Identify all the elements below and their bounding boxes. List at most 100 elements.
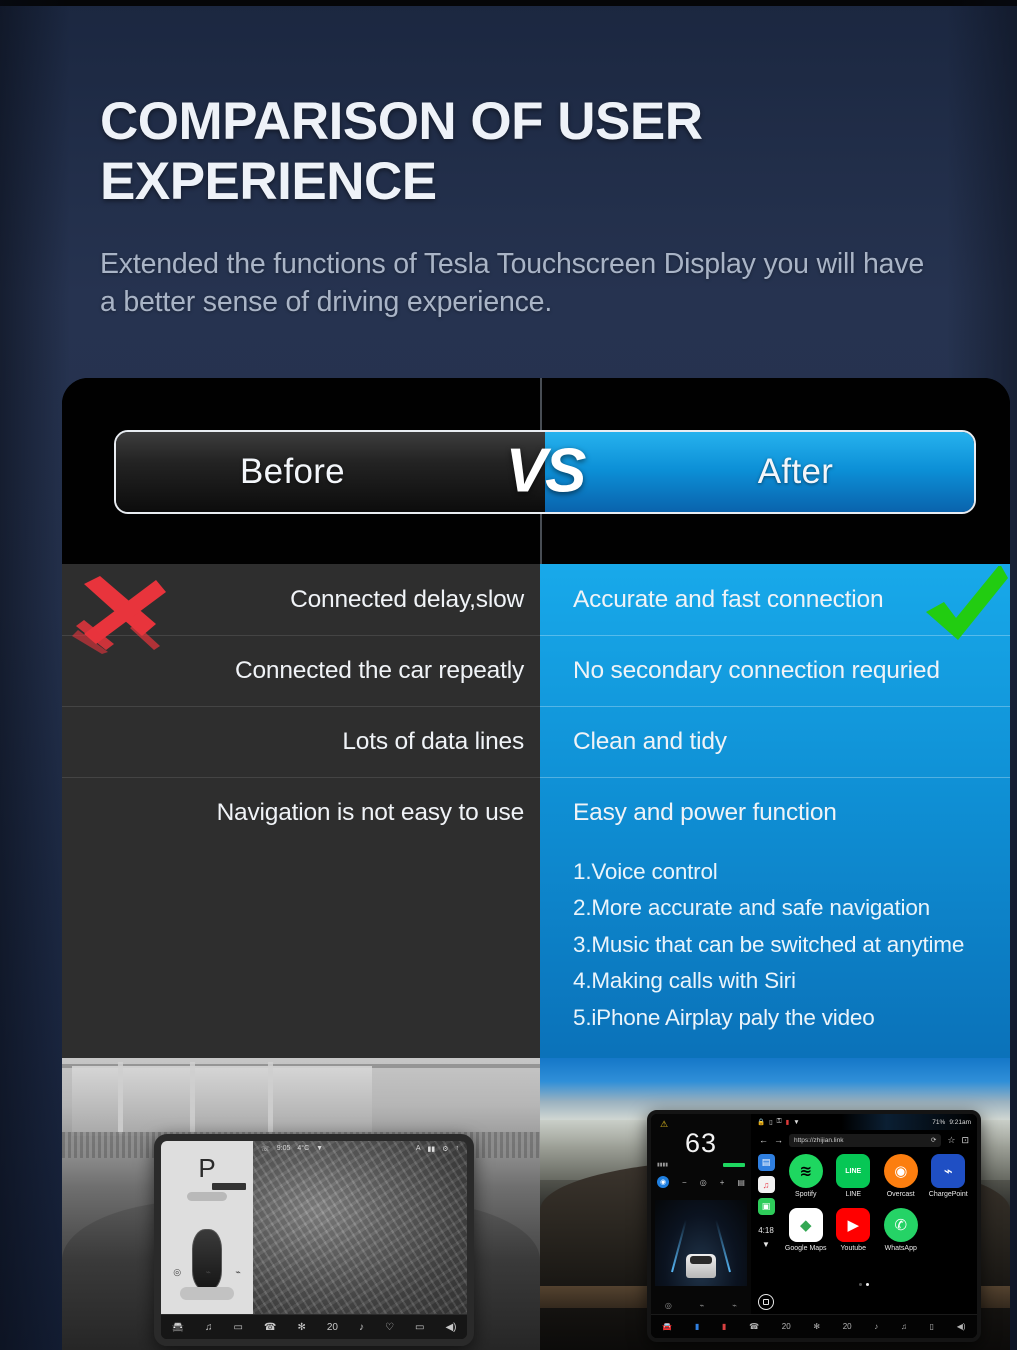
before-item-1: Connected delay,slow: [290, 585, 524, 613]
chargepoint-icon: ⌁: [931, 1154, 966, 1188]
after-speed-minus[interactable]: −: [682, 1178, 687, 1187]
after-dock-music-icon[interactable]: ♫: [901, 1322, 907, 1331]
after-sb-wifi-icon: ▼: [793, 1118, 800, 1126]
after-dock-car-icon[interactable]: 🚘: [662, 1322, 672, 1331]
after-item-3: Clean and tidy: [540, 706, 1010, 777]
after-dock-media-icon[interactable]: ♪: [874, 1322, 878, 1331]
before-dock-defrost-icon[interactable]: ♡: [385, 1322, 394, 1333]
after-autopilot-icon[interactable]: ◉: [657, 1176, 669, 1188]
after-battery-fill: [723, 1162, 745, 1167]
before-tesla-screen: P ◎ ⌁ ⌁ ☏ 9:05 4°C ▼ A ▮▮ ⚙ ↑ 🚘 ♫ ▭ ☎ ✻ …: [154, 1134, 474, 1346]
benefits-list: 1.Voice control 2.More accurate and safe…: [540, 848, 1010, 1036]
after-autopilot-controls[interactable]: ◉ − ◎ + ▤: [657, 1174, 745, 1190]
before-dock-music-icon[interactable]: ♫: [205, 1322, 213, 1333]
before-dock-seat-icon[interactable]: ▭: [415, 1322, 424, 1333]
app-google-maps-label: Google Maps: [784, 1245, 827, 1252]
before-dock-fan-icon[interactable]: ✻: [297, 1322, 305, 1333]
after-item-2: No secondary connection requried: [540, 635, 1010, 706]
reload-icon[interactable]: ⟳: [931, 1136, 936, 1144]
before-dock-temp[interactable]: 20: [327, 1322, 338, 1333]
after-icon-target[interactable]: ◎: [665, 1301, 672, 1310]
before-icon-charge: ⌁: [235, 1267, 241, 1277]
before-sb-temp: 4°C: [297, 1145, 310, 1152]
app-youtube[interactable]: ▶ Youtube: [831, 1208, 877, 1262]
after-list: Accurate and fast connection No secondar…: [540, 564, 1010, 848]
after-dock-seat-heat-red-icon[interactable]: ▮: [722, 1322, 726, 1331]
before-gear-indicator: P: [198, 1153, 216, 1183]
after-dock-temp-left[interactable]: 20: [782, 1322, 791, 1331]
after-carplay-sidebar[interactable]: ▤ ♫ ▣ 4:18 ▼: [751, 1150, 781, 1314]
after-browser-urlbar[interactable]: ← → https://zhijian.link ⟳ ☆ ⊡: [751, 1130, 977, 1150]
after-carplay-panel: 🔒 ▯ ⚿ ▮ ▼ 71% 9:21am ← → https://zhijian…: [751, 1114, 977, 1314]
before-item-2: Connected the car repeatly: [62, 635, 540, 706]
app-overcast[interactable]: ◉ Overcast: [878, 1154, 924, 1208]
after-dock-temp-right[interactable]: 20: [843, 1322, 852, 1331]
app-whatsapp[interactable]: ✆ WhatsApp: [878, 1208, 924, 1262]
before-quick-icons: ◎ ⌁ ⌁: [161, 1267, 253, 1278]
url-input[interactable]: https://zhijian.link ⟳: [789, 1133, 942, 1147]
after-phone-card-icon[interactable]: ▤: [737, 1178, 745, 1187]
before-sb-signal-icon: ▮▮: [427, 1145, 436, 1153]
after-dock-phone-icon[interactable]: ☎: [749, 1322, 759, 1331]
page-dot-2[interactable]: [866, 1283, 869, 1286]
before-after-toggle[interactable]: Before After VS: [114, 430, 976, 514]
after-dock-phone2-icon[interactable]: ▯: [930, 1322, 934, 1331]
bookmark-star-icon[interactable]: ☆: [947, 1135, 955, 1146]
app-chargepoint-label: ChargePoint: [928, 1191, 968, 1198]
music-icon[interactable]: ♫: [757, 1176, 775, 1193]
spotify-icon: ≋: [788, 1154, 823, 1188]
after-photo: ⚠ 63 ▮▮▮▮ ◉ − ◎ + ▤ ◎ ⌁ ⌁ 🔒 ▯ ⚿ ▮ ▼ 71% …: [540, 1058, 1010, 1350]
after-battery-label: ▮▮▮▮: [657, 1161, 669, 1168]
page-subtitle: Extended the functions of Tesla Touchscr…: [100, 247, 925, 319]
before-lock-button[interactable]: [180, 1287, 234, 1300]
after-battery-bar: ▮▮▮▮: [657, 1161, 745, 1168]
before-dock-media-icon[interactable]: ♪: [359, 1322, 364, 1333]
after-tesla-screen: ⚠ 63 ▮▮▮▮ ◉ − ◎ + ▤ ◎ ⌁ ⌁ 🔒 ▯ ⚿ ▮ ▼ 71% …: [647, 1110, 981, 1342]
before-tab[interactable]: Before: [116, 432, 545, 512]
comparison-body: Connected delay,slow Connected the car r…: [62, 564, 1010, 1350]
after-dock-seat-heat-blue-icon[interactable]: ▮: [695, 1322, 699, 1331]
after-icon-wiper[interactable]: ⌁: [700, 1301, 705, 1310]
home-button[interactable]: [758, 1294, 774, 1310]
before-item-4: Navigation is not easy to use: [62, 777, 540, 848]
before-dock-phone-icon[interactable]: ☎: [264, 1322, 276, 1333]
before-pole-3: [268, 1062, 273, 1134]
before-dock[interactable]: 🚘 ♫ ▭ ☎ ✻ 20 ♪ ♡ ▭ ◀): [161, 1314, 467, 1339]
before-status-pill: [187, 1192, 227, 1201]
after-panel-bottom-icons: ◎ ⌁ ⌁: [651, 1301, 751, 1310]
forward-icon[interactable]: →: [774, 1135, 783, 1145]
after-carplay-statusbar: 🔒 ▯ ⚿ ▮ ▼ 71% 9:21am: [751, 1114, 977, 1130]
messages-icon[interactable]: ▣: [757, 1198, 775, 1215]
benefit-item-3: 3.Music that can be switched at anytime: [573, 931, 965, 957]
after-lane-right: [715, 1219, 731, 1273]
after-tab[interactable]: After: [545, 432, 974, 512]
app-spotify-label: Spotify: [795, 1191, 817, 1198]
before-sb-user-icon: A: [415, 1145, 421, 1152]
after-icon-charge[interactable]: ⌁: [732, 1301, 737, 1310]
after-dock[interactable]: 🚘 ▮ ▮ ☎ 20 ✻ 20 ♪ ♫ ▯ ◀): [651, 1314, 977, 1338]
after-speed-plus[interactable]: +: [720, 1178, 725, 1187]
before-map-view: ☏ 9:05 4°C ▼ A ▮▮ ⚙ ↑: [253, 1141, 467, 1314]
page-dot-1[interactable]: [859, 1283, 862, 1286]
app-spotify[interactable]: ≋ Spotify: [783, 1154, 829, 1208]
comparison-header: Before After VS: [62, 378, 1010, 564]
carplay-icon[interactable]: ▤: [757, 1154, 775, 1171]
app-line[interactable]: LINE LINE: [831, 1154, 877, 1208]
back-icon[interactable]: ←: [759, 1135, 768, 1145]
after-speed-dial-icon[interactable]: ◎: [700, 1178, 707, 1187]
before-dock-chat-icon[interactable]: ▭: [233, 1322, 242, 1333]
page-title: COMPARISON OF USER EXPERIENCE: [100, 92, 703, 212]
after-app-grid[interactable]: ≋ Spotify LINE LINE ◉ Overcast ⌁ ChargeP…: [781, 1150, 977, 1314]
youtube-icon: ▶: [836, 1208, 871, 1242]
app-google-maps[interactable]: ◆ Google Maps: [783, 1208, 829, 1262]
before-sb-phone-icon: ☏: [261, 1145, 270, 1153]
app-chargepoint[interactable]: ⌁ ChargePoint: [926, 1154, 972, 1208]
before-dock-car-icon[interactable]: 🚘: [172, 1322, 184, 1333]
after-sb-key-icon: ⚿: [776, 1118, 782, 1125]
before-icon-trunk: ◎: [173, 1267, 182, 1277]
tabs-icon[interactable]: ⊡: [961, 1135, 969, 1146]
after-dock-volume-icon[interactable]: ◀): [957, 1322, 966, 1331]
page-indicator[interactable]: [751, 1283, 977, 1286]
before-dock-volume-icon[interactable]: ◀): [445, 1322, 456, 1333]
after-dock-fan-icon[interactable]: ✻: [813, 1322, 820, 1331]
